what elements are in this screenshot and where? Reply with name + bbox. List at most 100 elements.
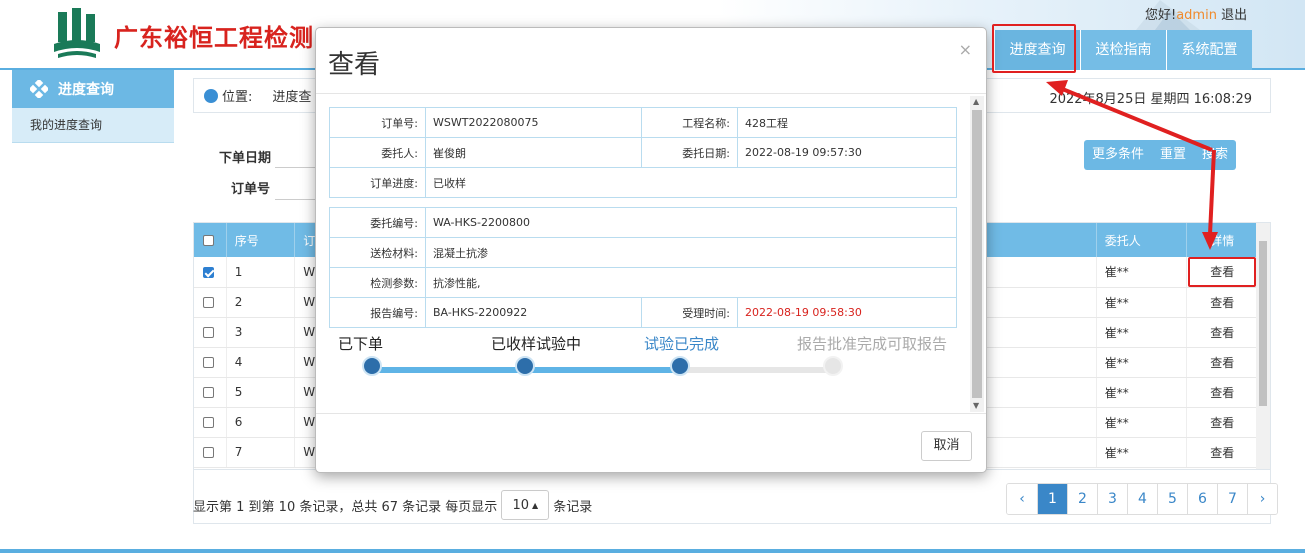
row-checkbox[interactable] (203, 417, 214, 428)
brand-name: 广东裕恒工程检测 (114, 23, 314, 52)
table-footer: 显示第 1 到第 10 条记录，总共 67 条记录 每页显示 10 ▲ 条记录 (193, 490, 592, 520)
page-next[interactable]: › (1247, 484, 1277, 514)
sample-info-table: 委托编号: WA-HKS-2200800 送检材料: 混凝土抗渗 检测参数: 抗… (329, 207, 957, 328)
modal-footer-divider (316, 413, 986, 414)
test-param-label: 检测参数: (329, 267, 426, 298)
row-seq: 1 (226, 257, 296, 288)
view-button[interactable]: 查看 (1186, 287, 1258, 318)
client-label: 委托人: (329, 137, 426, 168)
current-datetime: 2022年8月25日 星期四 16:08:29 (1049, 92, 1252, 107)
row-client: 崔** (1096, 257, 1188, 288)
order-no-label: 订单号: (329, 107, 426, 138)
bottom-bar (0, 549, 1305, 553)
page-7[interactable]: 7 (1217, 484, 1247, 514)
search-button[interactable]: 搜索 (1194, 140, 1236, 170)
commission-no-value: WA-HKS-2200800 (425, 207, 957, 238)
nav-system-config[interactable]: 系统配置 (1166, 30, 1252, 70)
test-param-value: 抗渗性能, (425, 267, 957, 298)
annotation-box-view (1188, 257, 1256, 287)
row-client: 崔** (1096, 437, 1188, 468)
row-client: 崔** (1096, 407, 1188, 438)
search-button-bar: 更多条件 重置 搜索 (1084, 140, 1237, 170)
more-conditions-button[interactable]: 更多条件 (1084, 140, 1152, 170)
view-button[interactable]: 查看 (1186, 437, 1258, 468)
modal-scroll-thumb[interactable] (972, 110, 982, 398)
col-client[interactable]: 委托人 (1096, 223, 1188, 257)
page-size-value: 10 (512, 497, 529, 513)
table-scroll-thumb[interactable] (1259, 241, 1267, 406)
commission-no-label: 委托编号: (329, 207, 426, 238)
view-button[interactable]: 查看 (1186, 407, 1258, 438)
page-size-select[interactable]: 10 ▲ (501, 490, 550, 520)
row-seq: 3 (226, 317, 296, 348)
order-date-input[interactable] (275, 140, 315, 168)
row-seq: 5 (226, 377, 296, 408)
sidebar-title: 进度查询 (58, 82, 114, 98)
breadcrumb-label: 位置: (222, 90, 253, 105)
username-link[interactable]: admin (1176, 8, 1217, 23)
step-dot-1 (362, 356, 382, 376)
location-pin-icon (204, 88, 218, 103)
scroll-up-icon[interactable]: ▲ (973, 97, 979, 106)
step-dot-4 (823, 356, 843, 376)
company-logo-icon (54, 8, 100, 58)
row-seq: 2 (226, 287, 296, 318)
row-seq: 6 (226, 407, 296, 438)
row-seq: 7 (226, 437, 296, 468)
client-value: 崔俊朗 (425, 137, 642, 168)
breadcrumb-path[interactable]: 进度查 (272, 86, 311, 105)
view-button[interactable]: 查看 (1186, 347, 1258, 378)
row-checkbox[interactable] (203, 447, 214, 458)
close-icon[interactable]: × (959, 40, 972, 59)
records-suffix: 条记录 (553, 499, 593, 515)
step-label-report-ready: 报告批准完成可取报告 (797, 335, 948, 353)
view-button[interactable]: 查看 (1186, 377, 1258, 408)
scroll-down-icon[interactable]: ▼ (973, 401, 979, 410)
col-detail[interactable]: 详情 (1186, 223, 1258, 257)
reset-button[interactable]: 重置 (1152, 140, 1194, 170)
diamond-grid-icon (30, 80, 48, 98)
material-value: 混凝土抗渗 (425, 237, 957, 268)
sidebar-item-my-progress[interactable]: 我的进度查询 (12, 108, 174, 143)
page-5[interactable]: 5 (1157, 484, 1187, 514)
page-1[interactable]: 1 (1037, 484, 1067, 514)
project-value: 428工程 (737, 107, 957, 138)
modal-body: 订单号: WSWT2022080075 工程名称: 428工程 委托人: 崔俊朗… (316, 94, 986, 413)
cancel-button[interactable]: 取消 (921, 431, 972, 461)
material-label: 送检材料: (329, 237, 426, 268)
order-no-input[interactable] (275, 172, 315, 200)
select-all-checkbox[interactable] (203, 235, 214, 246)
order-info-table: 订单号: WSWT2022080075 工程名称: 428工程 委托人: 崔俊朗… (329, 107, 957, 198)
row-client: 崔** (1096, 347, 1188, 378)
col-seq[interactable]: 序号 (226, 223, 296, 257)
page-3[interactable]: 3 (1097, 484, 1127, 514)
annotation-box-nav (992, 24, 1076, 73)
step-label-completed: 试验已完成 (644, 335, 720, 353)
view-modal: 查看 × 订单号: WSWT2022080075 工程名称: 428工程 委托人… (315, 27, 987, 473)
accept-time-label: 受理时间: (641, 297, 738, 328)
logout-link[interactable]: 退出 (1221, 8, 1247, 23)
page-6[interactable]: 6 (1187, 484, 1217, 514)
modal-scrollbar[interactable]: ▲ ▼ (970, 96, 984, 412)
view-button[interactable]: 查看 (1186, 317, 1258, 348)
step-label-ordered: 已下单 (338, 335, 384, 353)
record-summary: 显示第 1 到第 10 条记录，总共 67 条记录 每页显示 (193, 499, 498, 515)
pagination: ‹ 1 2 3 4 5 6 7 › (1006, 483, 1278, 515)
nav-submission-guide[interactable]: 送检指南 (1080, 30, 1166, 70)
row-checkbox[interactable] (203, 297, 214, 308)
page-2[interactable]: 2 (1067, 484, 1097, 514)
page-4[interactable]: 4 (1127, 484, 1157, 514)
report-no-value: BA-HKS-2200922 (425, 297, 642, 328)
project-label: 工程名称: (641, 107, 738, 138)
greeting-text: 您好! (1145, 8, 1177, 23)
row-checkbox[interactable] (203, 327, 214, 338)
page-prev[interactable]: ‹ (1007, 484, 1037, 514)
row-checkbox[interactable] (203, 266, 214, 278)
step-dot-3 (670, 356, 690, 376)
row-checkbox[interactable] (203, 387, 214, 398)
row-checkbox[interactable] (203, 357, 214, 368)
row-client: 崔** (1096, 317, 1188, 348)
sidebar-header[interactable]: 进度查询 (12, 70, 174, 108)
select-all-cell (194, 223, 227, 257)
table-scrollbar[interactable] (1256, 223, 1270, 469)
